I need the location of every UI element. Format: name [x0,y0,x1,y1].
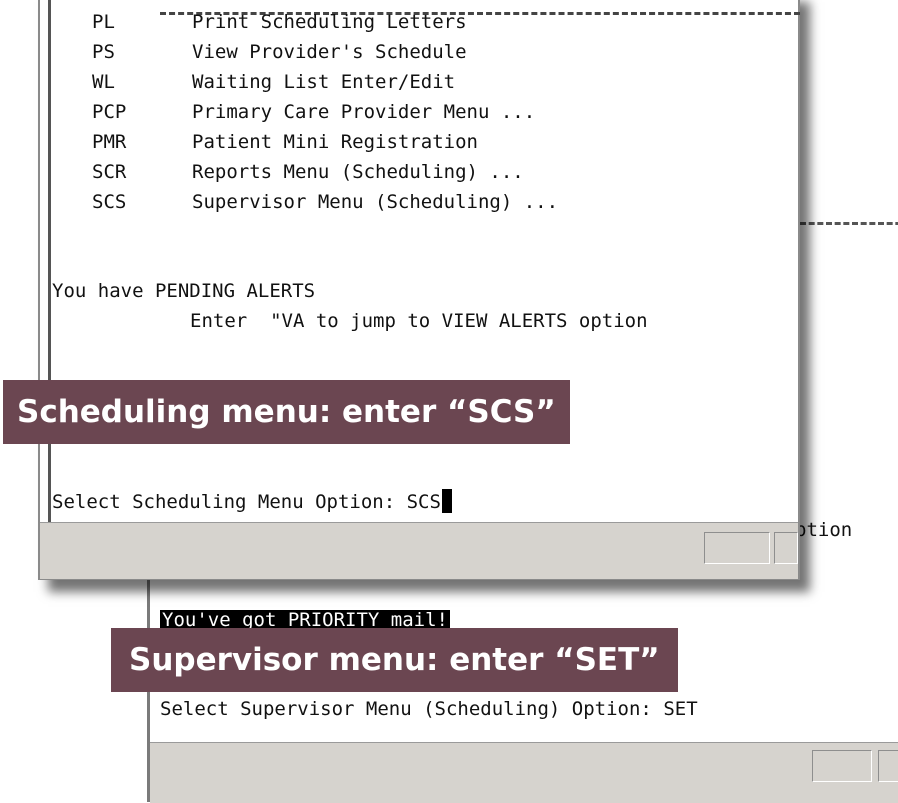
menu-item-code: PCP [92,101,127,123]
supervisor-menu-prompt[interactable]: Select Supervisor Menu (Scheduling) Opti… [160,698,698,720]
menu-item-pmr[interactable]: PMR Patient Mini Registration [92,127,558,157]
menu-item-code: SCR [92,161,127,183]
menu-item-code: PMR [92,131,127,153]
menu-item-scr[interactable]: SCR Reports Menu (Scheduling) ... [92,157,558,187]
menu-item-code: PL [92,11,115,33]
menu-item-code: SCS [92,191,127,213]
status-bar [40,522,798,579]
text-cursor [441,489,452,513]
menu-item-code: PS [92,41,115,63]
pending-alerts-text: You have PENDING ALERTS [52,280,316,302]
priority-mail-notice: You've got PRIORITY mail! [160,610,450,628]
status-panel [878,750,898,782]
dashed-divider [800,222,898,225]
menu-item-wl[interactable]: WL Waiting List Enter/Edit [92,67,558,97]
menu-item-label: Reports Menu (Scheduling) ... [192,161,524,183]
scheduling-callout: Scheduling menu: enter “SCS” [3,380,570,444]
menu-item-label: Primary Care Provider Menu ... [192,101,536,123]
prompt-input-value[interactable]: SCS [407,491,441,513]
status-panel [774,532,798,564]
status-panel [704,532,770,564]
menu-item-pcp[interactable]: PCP Primary Care Provider Menu ... [92,97,558,127]
status-bar [150,742,898,803]
menu-item-ps[interactable]: PS View Provider's Schedule [92,37,558,67]
menu-item-code: WL [92,71,115,93]
supervisor-callout: Supervisor menu: enter “SET” [111,628,678,692]
menu-item-label: Waiting List Enter/Edit [192,71,456,93]
menu-item-label: Supervisor Menu (Scheduling) ... [192,191,559,213]
menu-item-pl[interactable]: PL Print Scheduling Letters [92,7,558,37]
scheduling-menu-list: PL Print Scheduling Letters PS View Provide… [92,7,558,217]
menu-item-scs[interactable]: SCS Supervisor Menu (Scheduling) ... [92,187,558,217]
scheduling-menu-prompt[interactable]: Select Scheduling Menu Option: SCS [52,489,452,513]
menu-item-label: Print Scheduling Letters [192,11,467,33]
menu-item-label: View Provider's Schedule [192,41,467,63]
scheduling-terminal-window: PL Print Scheduling Letters PS View Provide… [38,0,800,580]
prompt-label: Select Scheduling Menu Option: [52,491,407,513]
menu-item-label: Patient Mini Registration [192,131,478,153]
view-alerts-hint: Enter "VA to jump to VIEW ALERTS option [190,310,648,332]
status-panel [812,750,872,782]
partial-option-text: ption [795,519,853,541]
